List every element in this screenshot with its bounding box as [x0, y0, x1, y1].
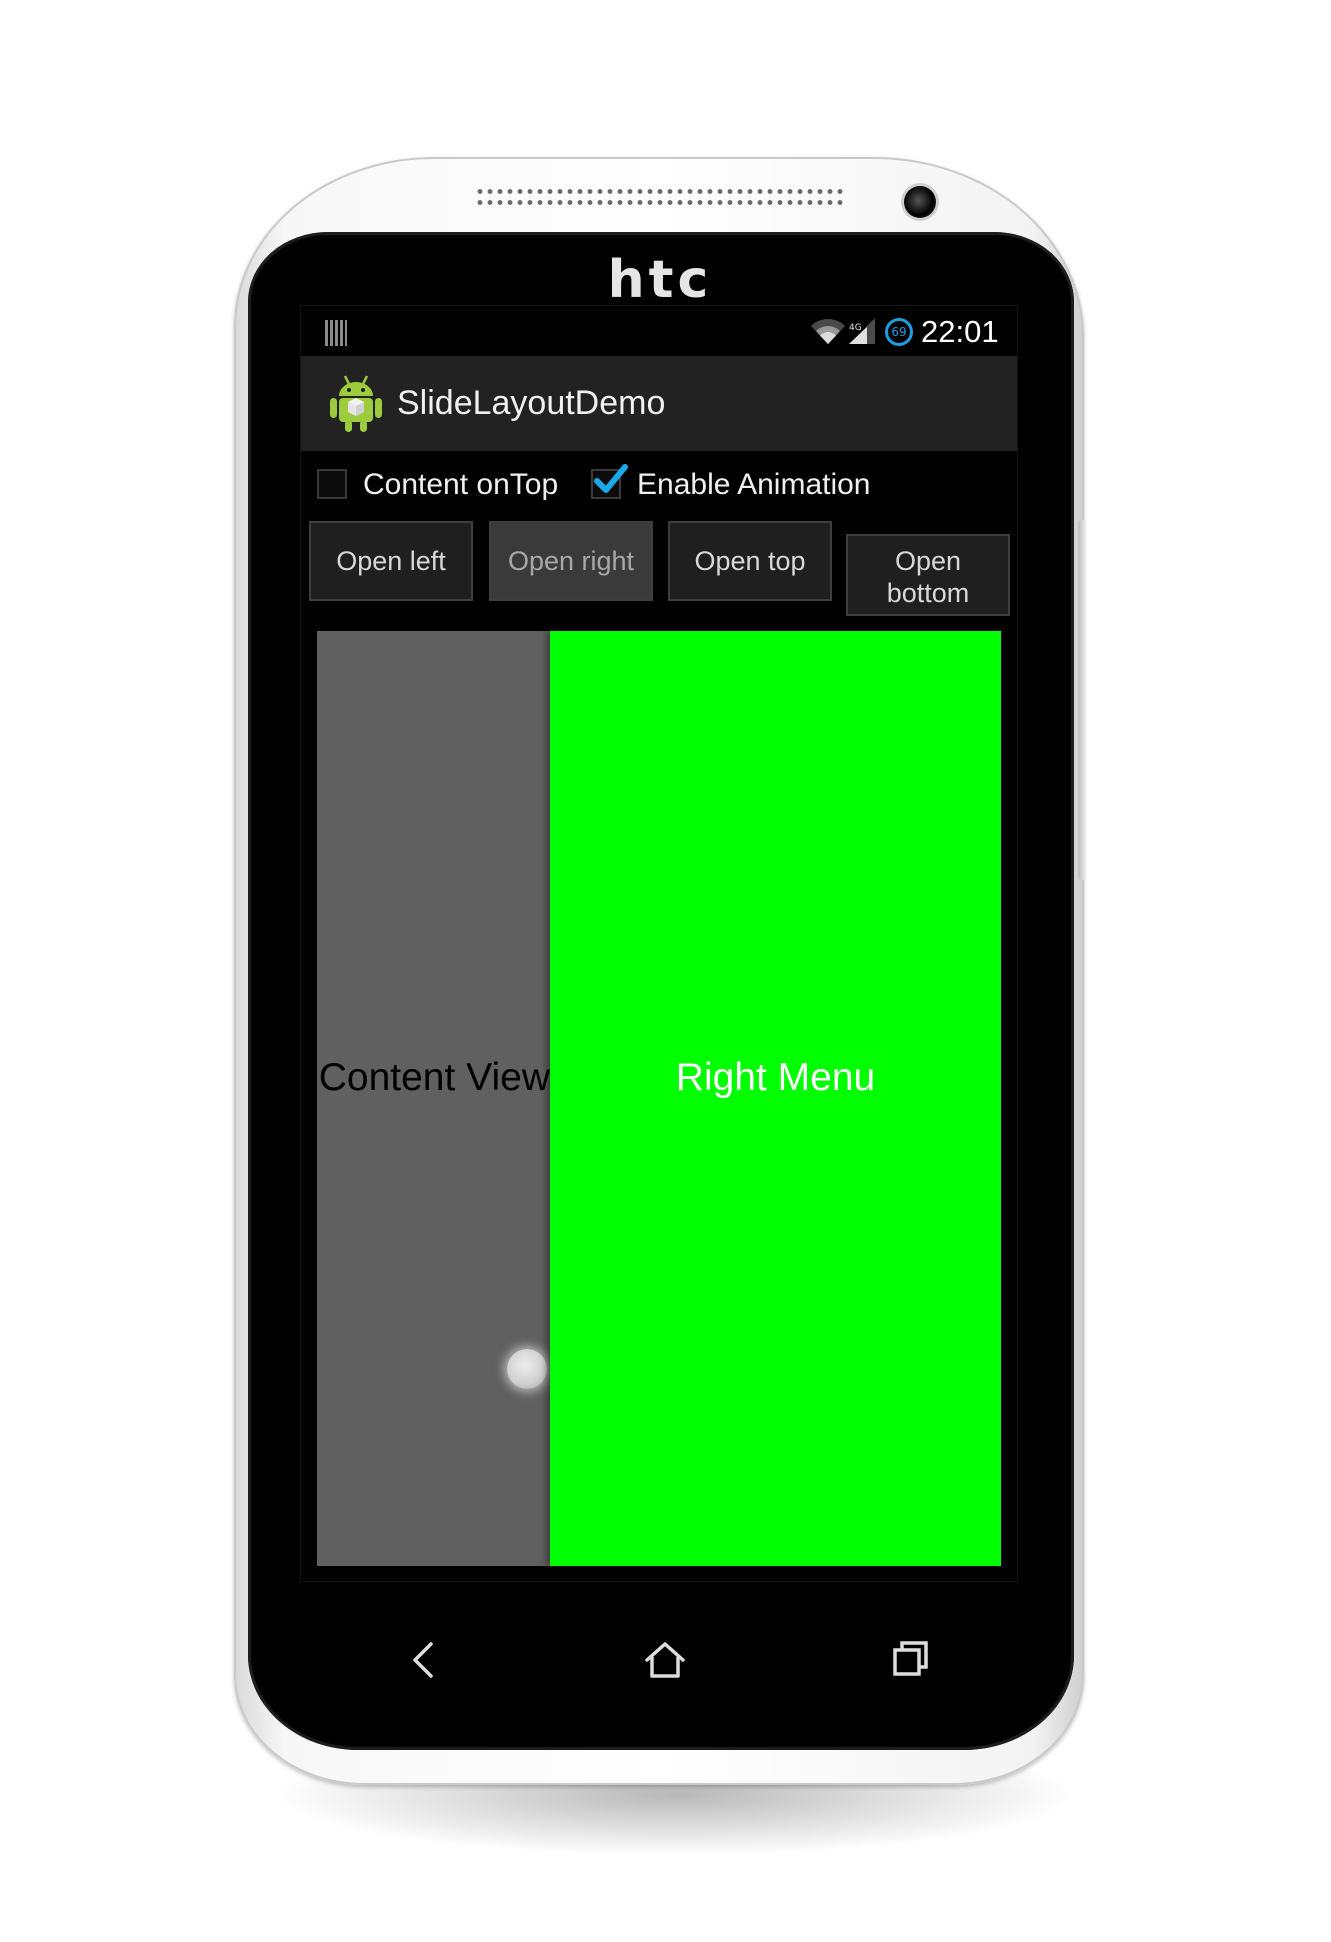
status-clock: 22:01 [921, 314, 999, 349]
open-bottom-button[interactable]: Open bottom [846, 534, 1010, 616]
navigation-bar [248, 1610, 1074, 1720]
svg-text:4G: 4G [849, 323, 862, 333]
app-title: SlideLayoutDemo [397, 384, 666, 422]
options-row: Content onTop Enable Animation [301, 451, 1017, 523]
recents-icon[interactable] [871, 1620, 951, 1700]
battery-icon: 69 [885, 318, 913, 346]
earpiece-speaker [475, 186, 845, 208]
right-menu[interactable]: Right Menu [550, 631, 1001, 1566]
slide-layout[interactable]: Content View Right Menu [317, 631, 1001, 1566]
wifi-icon [811, 318, 845, 344]
open-bottom-label: Open bottom [886, 546, 970, 608]
back-icon[interactable] [383, 1620, 463, 1700]
status-bar: 4G 69 22:01 [301, 306, 1017, 356]
touch-indicator [507, 1349, 547, 1389]
content-ontop-label[interactable]: Content onTop [363, 461, 558, 509]
enable-animation-checkbox[interactable] [591, 464, 628, 499]
open-left-button[interactable]: Open left [309, 521, 473, 601]
home-icon[interactable] [625, 1620, 705, 1700]
content-ontop-checkbox[interactable] [317, 469, 347, 499]
device-screen: 4G 69 22:01 SlideLayoutDemo Content onTo… [300, 305, 1018, 1582]
content-view[interactable]: Content View [317, 631, 550, 1566]
enable-animation-label[interactable]: Enable Animation [637, 461, 871, 509]
content-view-label: Content View [318, 1056, 550, 1099]
volume-button [1078, 520, 1085, 880]
action-bar: SlideLayoutDemo [301, 356, 1017, 451]
open-top-button[interactable]: Open top [668, 521, 832, 601]
checkmark-icon [594, 464, 628, 493]
open-right-button[interactable]: Open right [489, 521, 653, 601]
signal-icon: 4G [849, 318, 875, 344]
brand-logo: htc [607, 250, 713, 310]
android-app-icon [330, 375, 382, 432]
front-camera [904, 186, 936, 218]
notification-icon [325, 320, 347, 346]
right-menu-label: Right Menu [675, 1056, 876, 1099]
